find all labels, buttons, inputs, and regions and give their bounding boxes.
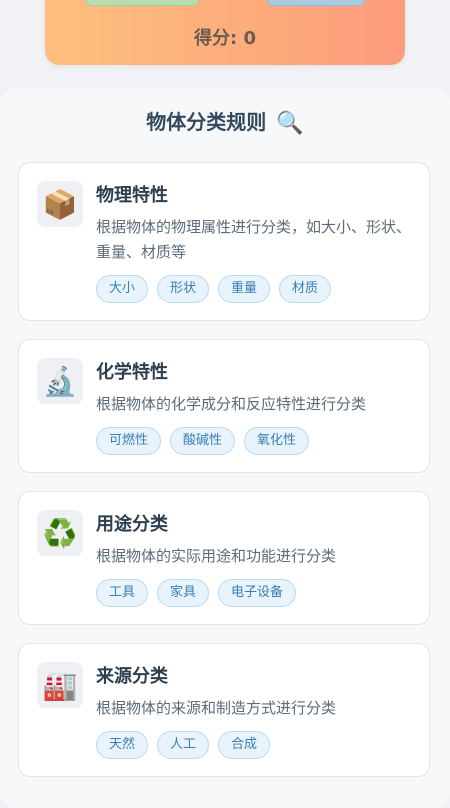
- tag[interactable]: 材质: [279, 275, 332, 303]
- rule-card-source[interactable]: 🏭 来源分类 根据物体的来源和制造方式进行分类 天然 人工 合成: [18, 643, 430, 777]
- panel-title-row: 物体分类规则 🔍: [0, 106, 450, 136]
- score-text: 得分: 0: [194, 28, 256, 49]
- tag[interactable]: 天然: [96, 731, 149, 759]
- game-button-green[interactable]: [85, 0, 199, 6]
- rule-card-physical[interactable]: 📦 物理特性 根据物体的物理属性进行分类，如大小、形状、重量、材质等 大小 形状…: [18, 162, 430, 321]
- tag-list: 可燃性 酸碱性 氧化性: [96, 427, 310, 455]
- tag[interactable]: 工具: [96, 579, 149, 607]
- rule-description: 根据物体的实际用途和功能进行分类: [96, 547, 337, 565]
- tag[interactable]: 电子设备: [218, 579, 297, 607]
- tag[interactable]: 形状: [157, 275, 210, 303]
- rule-title: 化学特性: [96, 362, 168, 383]
- rule-description: 根据物体的来源和制造方式进行分类: [96, 699, 337, 717]
- game-status-card: 得分: 0: [45, 0, 405, 65]
- rule-card-chemical[interactable]: 🔬 化学特性 根据物体的化学成分和反应特性进行分类 可燃性 酸碱性 氧化性: [18, 339, 430, 473]
- tag-list: 大小 形状 重量 材质: [96, 275, 332, 303]
- rule-title: 用途分类: [96, 514, 168, 535]
- package-icon: 📦: [37, 181, 83, 227]
- game-button-blue[interactable]: [267, 0, 365, 6]
- tag-list: 工具 家具 电子设备: [96, 579, 297, 607]
- tag[interactable]: 大小: [96, 275, 149, 303]
- factory-icon: 🏭: [37, 662, 83, 708]
- magnifier-icon: 🔍: [276, 111, 304, 136]
- tag[interactable]: 重量: [218, 275, 271, 303]
- rule-description: 根据物体的化学成分和反应特性进行分类: [96, 395, 367, 413]
- tag[interactable]: 合成: [218, 731, 271, 759]
- recycle-icon: ♻️: [37, 510, 83, 556]
- tag-list: 天然 人工 合成: [96, 731, 271, 759]
- rule-title: 来源分类: [96, 666, 168, 687]
- rule-title: 物理特性: [96, 185, 168, 206]
- tag[interactable]: 氧化性: [244, 427, 310, 455]
- rule-description: 根据物体的物理属性进行分类，如大小、形状、重量、材质等: [96, 218, 412, 261]
- classification-rules-panel: 物体分类规则 🔍 📦 物理特性 根据物体的物理属性进行分类，如大小、形状、重量、材…: [0, 88, 450, 808]
- rule-card-usage[interactable]: ♻️ 用途分类 根据物体的实际用途和功能进行分类 工具 家具 电子设备: [18, 491, 430, 625]
- panel-title: 物体分类规则: [146, 110, 267, 134]
- microscope-icon: 🔬: [37, 358, 83, 404]
- tag[interactable]: 人工: [157, 731, 210, 759]
- tag[interactable]: 家具: [157, 579, 210, 607]
- tag[interactable]: 酸碱性: [170, 427, 236, 455]
- tag[interactable]: 可燃性: [96, 427, 162, 455]
